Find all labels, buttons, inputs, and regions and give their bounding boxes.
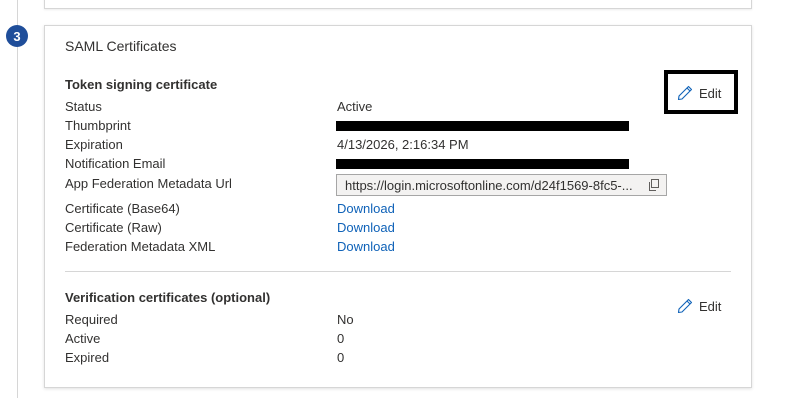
status-value: Active — [337, 99, 373, 114]
cert-base64-download-link[interactable]: Download — [337, 201, 395, 216]
edit-label: Edit — [699, 298, 722, 314]
expiration-value: 4/13/2026, 2:16:34 PM — [337, 137, 469, 152]
expired-label: Expired — [65, 350, 110, 365]
federation-xml-label: Federation Metadata XML — [65, 239, 216, 254]
token-signing-heading: Token signing certificate — [65, 77, 218, 92]
verification-heading: Verification certificates (optional) — [65, 290, 271, 305]
card-title: SAML Certificates — [65, 38, 177, 54]
expiration-label: Expiration — [65, 137, 123, 152]
copy-icon[interactable] — [648, 179, 660, 191]
federation-xml-download-link[interactable]: Download — [337, 239, 395, 254]
required-value: No — [337, 312, 354, 327]
pencil-icon — [677, 85, 693, 101]
previous-card-edge — [44, 0, 752, 9]
saml-certificates-card: SAML Certificates Token signing certific… — [44, 25, 752, 388]
metadata-url-value[interactable]: https://login.microsoftonline.com/d24f15… — [345, 178, 643, 193]
thumbprint-redaction — [336, 121, 629, 131]
edit-label: Edit — [699, 85, 722, 101]
active-label: Active — [65, 331, 101, 346]
active-value: 0 — [337, 331, 345, 346]
cert-base64-label: Certificate (Base64) — [65, 201, 180, 216]
cert-raw-label: Certificate (Raw) — [65, 220, 162, 235]
notification-email-redaction — [336, 159, 629, 169]
thumbprint-label: Thumbprint — [65, 118, 131, 133]
status-label: Status — [65, 99, 102, 114]
pencil-icon — [677, 298, 693, 314]
section-divider — [65, 271, 731, 272]
expired-value: 0 — [337, 350, 345, 365]
verification-edit-button[interactable]: Edit — [677, 298, 721, 314]
metadata-url-label: App Federation Metadata Url — [65, 176, 232, 191]
metadata-url-field[interactable]: https://login.microsoftonline.com/d24f15… — [336, 174, 667, 196]
token-signing-edit-button[interactable]: Edit — [677, 85, 721, 101]
cert-raw-download-link[interactable]: Download — [337, 220, 395, 235]
step-number-badge: 3 — [6, 25, 28, 47]
step-connector-line — [17, 0, 18, 398]
notification-email-label: Notification Email — [65, 156, 166, 171]
required-label: Required — [65, 312, 118, 327]
